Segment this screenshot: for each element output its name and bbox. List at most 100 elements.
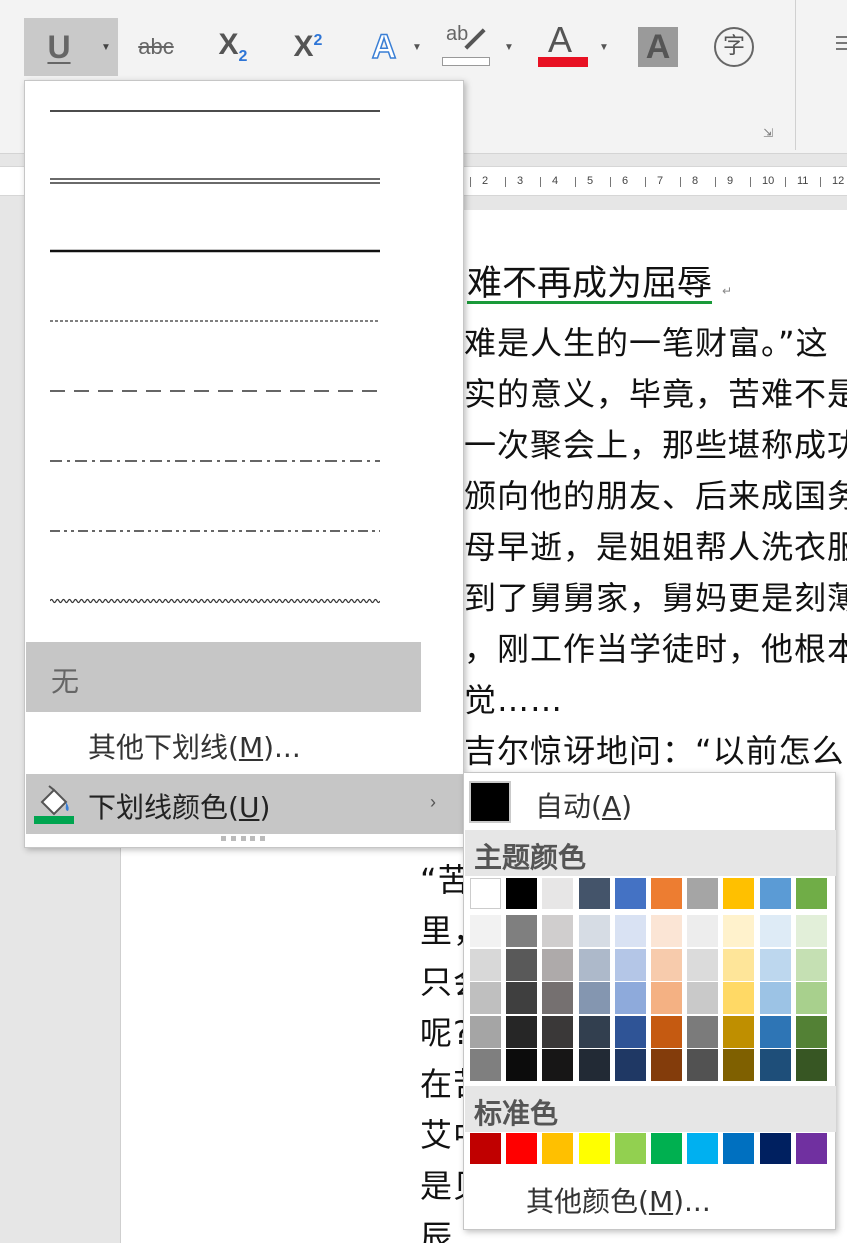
theme-shade-swatch[interactable] bbox=[542, 1015, 574, 1048]
standard-color-swatch[interactable] bbox=[795, 1133, 827, 1164]
underline-button[interactable]: U bbox=[24, 18, 94, 76]
theme-color-swatch[interactable] bbox=[651, 878, 682, 909]
theme-shade-swatch[interactable] bbox=[759, 982, 791, 1014]
theme-shade-swatch[interactable] bbox=[687, 982, 719, 1014]
theme-shade-swatch[interactable] bbox=[795, 915, 827, 947]
standard-color-swatch[interactable] bbox=[651, 1133, 682, 1164]
theme-shade-swatch[interactable] bbox=[723, 982, 755, 1014]
highlight-dropdown[interactable]: ▼ bbox=[502, 18, 516, 76]
underline-style-single[interactable] bbox=[26, 81, 421, 151]
theme-color-swatch[interactable] bbox=[795, 878, 827, 909]
underline-dropdown-button[interactable]: ▼ bbox=[94, 18, 118, 76]
theme-shade-swatch[interactable] bbox=[795, 982, 827, 1014]
theme-color-swatch[interactable] bbox=[614, 878, 646, 909]
theme-shade-swatch[interactable] bbox=[687, 1015, 719, 1048]
document-text-line[interactable]: 母早逝，是姐姐帮人洗衣服 bbox=[464, 522, 847, 568]
underline-style-dash-dot[interactable] bbox=[26, 431, 421, 501]
theme-color-swatch[interactable] bbox=[578, 878, 610, 909]
theme-shade-swatch[interactable] bbox=[470, 1015, 501, 1048]
document-text-line[interactable]: 吉尔惊讶地问：“以前怎么 bbox=[464, 726, 845, 772]
theme-shade-swatch[interactable] bbox=[614, 948, 646, 981]
theme-shade-swatch[interactable] bbox=[614, 982, 646, 1014]
document-text-line[interactable]: 颁向他的朋友、后来成国务 bbox=[464, 471, 847, 517]
resize-grip-icon[interactable] bbox=[221, 836, 265, 842]
more-underlines-item[interactable]: 其他下划线(M)... bbox=[26, 714, 464, 774]
theme-color-swatch[interactable] bbox=[506, 878, 538, 909]
theme-shade-swatch[interactable] bbox=[651, 948, 682, 981]
document-text-line[interactable]: 辰 bbox=[420, 1212, 453, 1243]
underline-style-wave[interactable] bbox=[26, 571, 421, 641]
theme-shade-swatch[interactable] bbox=[687, 1049, 719, 1081]
theme-shade-swatch[interactable] bbox=[470, 1049, 501, 1081]
theme-shade-swatch[interactable] bbox=[578, 982, 610, 1014]
more-colors-item[interactable]: 其他颜色(M)... bbox=[526, 1180, 711, 1220]
standard-color-swatch[interactable] bbox=[470, 1133, 501, 1164]
theme-shade-swatch[interactable] bbox=[651, 1015, 682, 1048]
theme-shade-swatch[interactable] bbox=[614, 1015, 646, 1048]
theme-shade-swatch[interactable] bbox=[578, 1049, 610, 1081]
theme-shade-swatch[interactable] bbox=[759, 1049, 791, 1081]
theme-color-swatch[interactable] bbox=[470, 878, 501, 909]
standard-color-swatch[interactable] bbox=[687, 1133, 719, 1164]
character-shading-button[interactable]: A bbox=[636, 18, 680, 76]
text-effects-dropdown[interactable]: ▼ bbox=[410, 18, 424, 76]
theme-shade-swatch[interactable] bbox=[759, 1015, 791, 1048]
theme-shade-swatch[interactable] bbox=[506, 982, 538, 1014]
underline-style-thick[interactable] bbox=[26, 221, 421, 291]
standard-color-swatch[interactable] bbox=[723, 1133, 755, 1164]
theme-shade-swatch[interactable] bbox=[578, 1015, 610, 1048]
theme-shade-swatch[interactable] bbox=[723, 1015, 755, 1048]
highlight-button[interactable]: ab bbox=[438, 18, 492, 76]
document-text-line[interactable]: 实的意义，毕竟，苦难不是 bbox=[464, 369, 847, 415]
document-text-line[interactable]: 到了舅舅家，舅妈更是刻薄 bbox=[464, 573, 847, 619]
document-text-line[interactable]: ，刚工作当学徒时，他根本 bbox=[464, 624, 847, 670]
text-effects-button[interactable]: A bbox=[362, 18, 406, 76]
standard-color-swatch[interactable] bbox=[759, 1133, 791, 1164]
underline-style-dashed[interactable] bbox=[26, 361, 421, 431]
underline-color-item[interactable]: 下划线颜色(U) › bbox=[26, 774, 464, 834]
theme-shade-swatch[interactable] bbox=[506, 948, 538, 981]
superscript-button[interactable]: X2 bbox=[285, 18, 331, 76]
theme-shade-swatch[interactable] bbox=[651, 982, 682, 1014]
theme-shade-swatch[interactable] bbox=[578, 948, 610, 981]
document-text-line[interactable]: 一次聚会上，那些堪称成功 bbox=[464, 420, 847, 466]
strikethrough-button[interactable]: abc bbox=[132, 18, 180, 76]
automatic-color-item[interactable]: 自动(A) bbox=[465, 774, 836, 829]
theme-color-swatch[interactable] bbox=[723, 878, 755, 909]
theme-shade-swatch[interactable] bbox=[542, 1049, 574, 1081]
theme-shade-swatch[interactable] bbox=[614, 915, 646, 947]
theme-shade-swatch[interactable] bbox=[795, 1049, 827, 1081]
theme-shade-swatch[interactable] bbox=[651, 1049, 682, 1081]
theme-shade-swatch[interactable] bbox=[723, 1049, 755, 1081]
theme-shade-swatch[interactable] bbox=[614, 1049, 646, 1081]
theme-shade-swatch[interactable] bbox=[795, 948, 827, 981]
theme-shade-swatch[interactable] bbox=[470, 948, 501, 981]
theme-shade-swatch[interactable] bbox=[651, 915, 682, 947]
theme-color-swatch[interactable] bbox=[759, 878, 791, 909]
theme-color-swatch[interactable] bbox=[687, 878, 719, 909]
font-color-button[interactable]: A bbox=[530, 18, 590, 76]
align-icon[interactable] bbox=[836, 36, 847, 56]
document-title[interactable]: 难不再成为屈辱 ↵ bbox=[467, 255, 732, 306]
standard-color-swatch[interactable] bbox=[542, 1133, 574, 1164]
theme-shade-swatch[interactable] bbox=[470, 915, 501, 947]
underline-none-item[interactable]: 无 bbox=[26, 642, 421, 712]
theme-shade-swatch[interactable] bbox=[687, 915, 719, 947]
font-color-dropdown[interactable]: ▼ bbox=[597, 18, 611, 76]
theme-shade-swatch[interactable] bbox=[542, 982, 574, 1014]
standard-color-swatch[interactable] bbox=[578, 1133, 610, 1164]
theme-shade-swatch[interactable] bbox=[795, 1015, 827, 1048]
standard-color-swatch[interactable] bbox=[614, 1133, 646, 1164]
underline-style-dotted[interactable] bbox=[26, 291, 421, 361]
theme-shade-swatch[interactable] bbox=[506, 915, 538, 947]
theme-shade-swatch[interactable] bbox=[542, 948, 574, 981]
subscript-button[interactable]: X2 bbox=[210, 18, 256, 76]
theme-shade-swatch[interactable] bbox=[578, 915, 610, 947]
dialog-launcher-icon[interactable]: ⇲ bbox=[763, 125, 779, 141]
theme-shade-swatch[interactable] bbox=[723, 948, 755, 981]
theme-shade-swatch[interactable] bbox=[506, 1015, 538, 1048]
theme-shade-swatch[interactable] bbox=[759, 948, 791, 981]
document-text-line[interactable]: 觉…… bbox=[464, 675, 563, 721]
underline-style-dash-dot-dot[interactable] bbox=[26, 501, 421, 571]
theme-shade-swatch[interactable] bbox=[506, 1049, 538, 1081]
